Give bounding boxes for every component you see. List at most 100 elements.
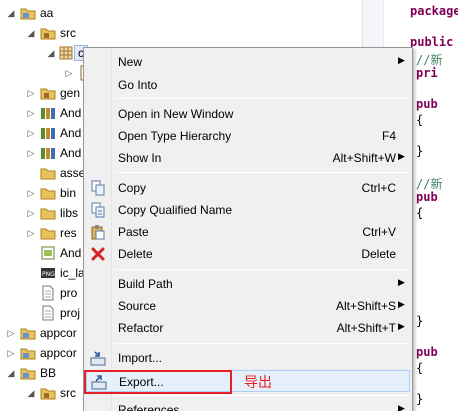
menu-item-label: Copy [118, 181, 147, 195]
code-line: } [416, 143, 424, 158]
menu-item-label: Copy Qualified Name [118, 203, 233, 217]
menu-separator [114, 172, 408, 173]
tree-item-label: appcor [40, 326, 77, 340]
tree-item-label: res [60, 226, 77, 240]
submenu-arrow-icon: ▶ [398, 151, 405, 161]
code-line: pri [416, 66, 438, 80]
menu-item-references[interactable]: References ▶ [86, 399, 410, 411]
annotation-highlight-box [84, 370, 232, 394]
submenu-arrow-icon: ▶ [398, 55, 405, 65]
shortcut-label: Alt+Shift+T [336, 321, 396, 335]
menu-item-build-path[interactable]: Build Path ▶ [86, 273, 410, 295]
project-icon [20, 365, 36, 381]
tree-item-label: libs [60, 206, 79, 220]
shortcut-label: F4 [381, 129, 396, 143]
menu-item-paste[interactable]: Paste Ctrl+V [86, 221, 410, 243]
text-file-icon [40, 285, 56, 301]
menu-item-label: Source [118, 299, 157, 313]
submenu-arrow-icon: ▶ [398, 299, 405, 309]
collapsed-arrow-icon[interactable]: ▷ [26, 188, 36, 198]
code-line: { [416, 112, 424, 127]
source-folder-icon [40, 25, 56, 41]
tree-item-label: gen [60, 86, 81, 100]
folder-icon [40, 185, 56, 201]
tree-item-label: src [60, 26, 76, 40]
png-file-icon: PNG [40, 265, 56, 281]
menu-item-source[interactable]: Source Alt+Shift+S ▶ [86, 295, 410, 317]
menu-item-copy-qualified-name[interactable]: Copy Qualified Name [86, 199, 410, 221]
source-folder-icon [40, 85, 56, 101]
svg-text:PNG: PNG [42, 271, 55, 278]
collapsed-arrow-icon[interactable]: ▷ [26, 228, 36, 238]
menu-separator [114, 395, 408, 396]
menu-item-label: Import... [118, 351, 163, 365]
collapsed-arrow-icon[interactable]: ▷ [64, 68, 74, 78]
code-line: pub [416, 190, 438, 204]
submenu-arrow-icon: ▶ [398, 403, 405, 411]
copy-qualified-icon [90, 202, 106, 218]
tree-item-label: pro [60, 286, 78, 300]
text-file-icon [40, 305, 56, 321]
tree-item-label: appcor [40, 346, 77, 360]
menu-item-show-in[interactable]: Show In Alt+Shift+W ▶ [86, 147, 410, 169]
package-icon [58, 45, 74, 61]
paste-icon [90, 224, 106, 240]
code-line: pub [416, 345, 438, 359]
delete-icon [90, 246, 106, 262]
tree-item-label: And [60, 126, 82, 140]
menu-separator [114, 269, 408, 270]
menu-item-open-new-window[interactable]: Open in New Window [86, 103, 410, 125]
folder-icon [40, 225, 56, 241]
submenu-arrow-icon: ▶ [398, 321, 405, 331]
expanded-arrow-icon[interactable]: ◢ [6, 368, 16, 378]
code-line: { [416, 205, 424, 220]
menu-item-go-into[interactable]: Go Into [86, 74, 410, 96]
menu-item-import[interactable]: Import... [86, 347, 410, 369]
android-library-icon [40, 105, 56, 121]
tree-item-label: ic_la [60, 266, 85, 280]
code-line: } [416, 314, 424, 328]
menu-item-label: Show In [118, 151, 162, 165]
submenu-arrow-icon: ▶ [398, 277, 405, 287]
expanded-arrow-icon[interactable]: ◢ [6, 8, 16, 18]
collapsed-arrow-icon[interactable]: ▷ [6, 348, 16, 358]
collapsed-arrow-icon[interactable]: ▷ [26, 208, 36, 218]
folder-icon [40, 165, 56, 181]
menu-item-open-type-hierarchy[interactable]: Open Type Hierarchy F4 [86, 125, 410, 147]
code-line: package [410, 4, 458, 18]
code-line: //新 [416, 52, 443, 67]
code-line: //新 [416, 176, 443, 191]
menu-item-new[interactable]: New ▶ [86, 51, 410, 73]
tree-item-label: proj [60, 306, 81, 320]
collapsed-arrow-icon[interactable]: ▷ [26, 128, 36, 138]
source-folder-icon [40, 385, 56, 401]
collapsed-arrow-icon[interactable]: ▷ [26, 148, 36, 158]
menu-item-label: Paste [118, 225, 149, 239]
menu-item-label: Build Path [118, 277, 173, 291]
menu-item-label: Open in New Window [118, 107, 234, 121]
collapsed-arrow-icon[interactable]: ▷ [26, 88, 36, 98]
menu-item-label: Refactor [118, 321, 164, 335]
code-line: } [416, 391, 424, 406]
tree-item-label: And [60, 146, 82, 160]
collapsed-arrow-icon[interactable]: ▷ [6, 328, 16, 338]
expanded-arrow-icon[interactable]: ◢ [26, 388, 36, 398]
project-icon [20, 5, 36, 21]
menu-item-refactor[interactable]: Refactor Alt+Shift+T ▶ [86, 317, 410, 339]
android-library-icon [40, 125, 56, 141]
tree-item-label: BB [40, 366, 57, 380]
tree-item-label: asse [60, 166, 86, 180]
collapsed-arrow-icon[interactable]: ▷ [26, 108, 36, 118]
shortcut-label: Ctrl+V [362, 225, 396, 239]
expanded-arrow-icon[interactable]: ◢ [46, 48, 56, 58]
menu-item-delete[interactable]: Delete Delete [86, 243, 410, 265]
project-icon [20, 345, 36, 361]
menu-item-copy[interactable]: Copy Ctrl+C [86, 177, 410, 199]
project-icon [20, 325, 36, 341]
folder-icon [40, 205, 56, 221]
tree-item-label: src [60, 386, 76, 400]
import-icon [90, 350, 106, 366]
expanded-arrow-icon[interactable]: ◢ [26, 28, 36, 38]
tree-item-label: bin [60, 186, 77, 200]
menu-item-label: Delete [118, 247, 153, 261]
